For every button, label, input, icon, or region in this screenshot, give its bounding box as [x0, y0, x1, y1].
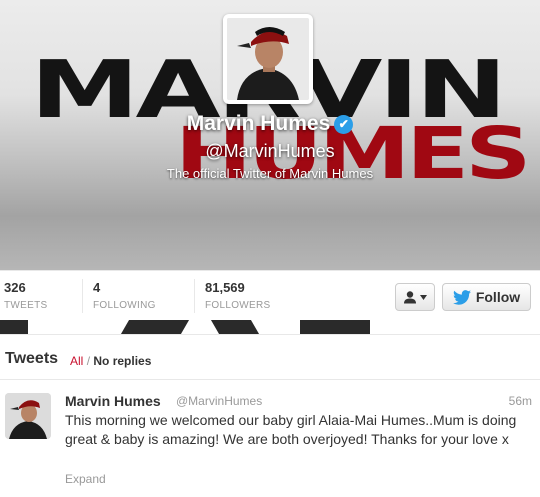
stat-following-value: 4	[93, 280, 101, 295]
tweets-filter: All / No replies	[70, 354, 151, 368]
filter-no-replies-link[interactable]: No replies	[93, 354, 151, 368]
stat-following-label: FOLLOWING	[93, 300, 156, 311]
tweet-author-name[interactable]: Marvin Humes	[65, 393, 161, 409]
stat-divider	[82, 279, 83, 313]
tweets-section-header: Tweets All / No replies	[0, 334, 540, 380]
follow-button-label: Follow	[475, 289, 521, 305]
tweet-author-handle[interactable]: @MarvinHumes	[176, 394, 262, 408]
tweet-expand-link[interactable]: Expand	[65, 472, 106, 486]
profile-handle: @MarvinHumes	[205, 141, 335, 161]
banner-strip-shape	[0, 320, 28, 334]
stat-followers-label: FOLLOWERS	[205, 300, 271, 311]
banner-strip	[0, 320, 540, 334]
filter-all-link[interactable]: All	[70, 354, 83, 368]
profile-name-text: Marvin Humes	[186, 112, 331, 135]
follow-button[interactable]: Follow	[442, 283, 531, 311]
tweet[interactable]: Marvin Humes @MarvinHumes 56m This morni…	[0, 380, 540, 497]
stat-followers[interactable]: 81,569 FOLLOWERS	[205, 280, 271, 311]
avatar-image	[5, 393, 51, 439]
stat-divider	[194, 279, 195, 313]
banner-strip-shape	[120, 320, 190, 334]
stat-tweets[interactable]: 326 TWEETS	[4, 280, 47, 311]
tweets-title: Tweets	[5, 350, 59, 367]
avatar-image	[227, 18, 309, 100]
tweet-text: This morning we welcomed our baby girl A…	[65, 412, 517, 447]
stat-tweets-label: TWEETS	[4, 300, 48, 311]
banner-strip-shape	[210, 320, 260, 334]
profile-header: MARVIN HUMES Marvin Humes✔ @MarvinHumes …	[0, 0, 540, 270]
stat-following[interactable]: 4 FOLLOWING	[93, 280, 156, 311]
profile-bio: The official Twitter of Marvin Humes	[166, 166, 374, 181]
tweet-timestamp[interactable]: 56m	[509, 394, 532, 408]
user-actions-dropdown-button[interactable]	[395, 283, 435, 311]
verified-badge-icon: ✔	[334, 115, 354, 134]
tweet-author-avatar[interactable]	[5, 393, 51, 439]
twitter-bird-icon	[452, 289, 471, 305]
user-icon	[404, 291, 416, 304]
banner-strip-shape	[300, 320, 370, 334]
profile-name: Marvin Humes ✔	[0, 112, 540, 136]
caret-down-icon	[420, 294, 427, 300]
profile-avatar[interactable]	[223, 14, 313, 104]
stat-followers-value: 81,569	[205, 280, 245, 295]
filter-separator: /	[86, 354, 91, 368]
stat-tweets-value: 326	[4, 280, 26, 295]
